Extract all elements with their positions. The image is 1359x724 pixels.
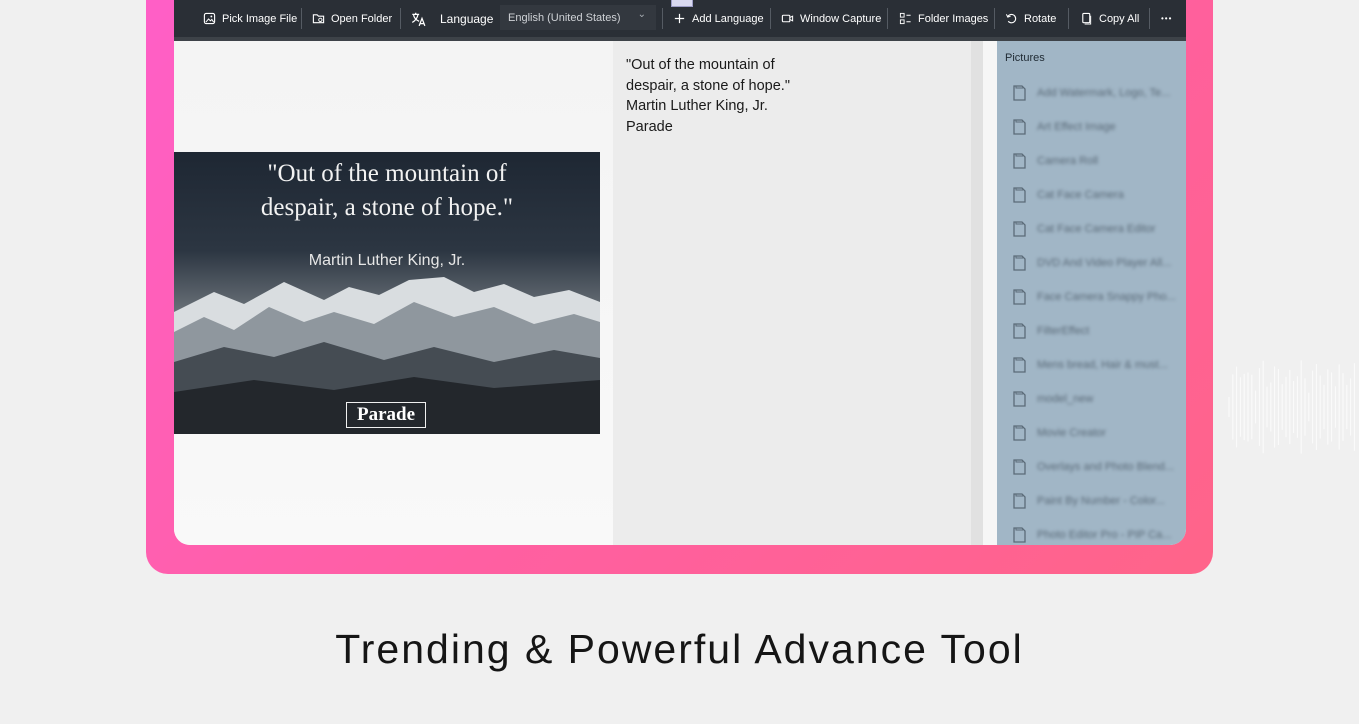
toolbar: Pick Image File Open Folder Language Eng… xyxy=(174,0,1186,41)
copy-all-button[interactable]: Copy All xyxy=(1080,0,1139,37)
folder-icon xyxy=(1013,85,1026,101)
sidebar-item[interactable]: Cat Face Camera Editor xyxy=(1011,219,1181,239)
sidebar-item-label: Face Camera Snappy Pho... xyxy=(1037,291,1176,303)
copy-icon xyxy=(1082,12,1092,25)
rotate-button[interactable]: Rotate xyxy=(1005,0,1056,37)
quote-line-2: despair, a stone of hope." xyxy=(260,194,514,221)
folder-icon xyxy=(1013,323,1026,339)
translate-icon xyxy=(411,12,426,26)
folder-icon xyxy=(1013,459,1026,475)
sidebar-item[interactable]: FilterEffect xyxy=(1011,321,1181,341)
ocr-line: Parade xyxy=(626,118,673,135)
sidebar-item[interactable]: DVD And Video Player All... xyxy=(1011,253,1181,273)
sidebar-item[interactable]: Cat Face Camera xyxy=(1011,185,1181,205)
copy-all-label: Copy All xyxy=(1099,12,1140,25)
ocr-line: "Out of the mountain of xyxy=(626,57,775,73)
more-options-icon[interactable]: ••• xyxy=(1161,0,1172,37)
divider xyxy=(770,8,771,29)
pick-image-label: Pick Image File xyxy=(222,12,298,25)
ocr-text: "Out of the mountain of despair, a stone… xyxy=(613,55,790,137)
chevron-down-icon: ⌄ xyxy=(637,9,646,20)
folder-icon xyxy=(1013,357,1026,373)
image-preview-pane: "Out of the mountain of despair, a stone… xyxy=(174,41,613,545)
sidebar-item-label: Photo Editor Pro - PIP Ca... xyxy=(1037,529,1172,541)
ocr-line: despair, a stone of hope." xyxy=(626,77,790,94)
rotate-label: Rotate xyxy=(1024,12,1057,25)
language-group: Language xyxy=(410,0,493,37)
language-dropdown[interactable]: English (United States) ⌄ xyxy=(500,5,656,30)
sidebar-item[interactable]: Movie Creator xyxy=(1011,423,1181,443)
add-language-label: Add Language xyxy=(692,12,764,25)
plus-icon xyxy=(674,13,685,24)
sidebar-item-label: FilterEffect xyxy=(1037,325,1090,337)
divider xyxy=(887,8,888,29)
sidebar-item-label: model_new xyxy=(1037,393,1094,405)
folder-icon xyxy=(1013,493,1026,509)
ocr-line: Martin Luther King, Jr. xyxy=(626,98,768,114)
window-capture-label: Window Capture xyxy=(800,12,882,25)
folder-icon xyxy=(1013,119,1026,135)
folder-images-label: Folder Images xyxy=(918,12,989,25)
sidebar-item[interactable]: Add Watermark, Logo, Te... xyxy=(1011,83,1181,103)
sidebar-item-label: Cat Face Camera Editor xyxy=(1037,223,1156,235)
sidebar-header: Pictures xyxy=(1005,52,1045,64)
sidebar-item-label: DVD And Video Player All... xyxy=(1037,257,1172,269)
image-icon xyxy=(203,12,216,25)
sidebar-item[interactable]: Paint By Number - Color... xyxy=(1011,491,1181,511)
language-label: Language xyxy=(440,11,494,26)
window-capture-button[interactable]: Window Capture xyxy=(781,0,881,37)
folder-icon xyxy=(1013,153,1026,169)
folder-icon xyxy=(1013,255,1026,271)
decorative-waveform xyxy=(1228,360,1355,454)
video-camera-icon xyxy=(781,14,794,23)
sidebar-item-label: Paint By Number - Color... xyxy=(1037,495,1165,507)
marketing-caption: Trending & Powerful Advance Tool xyxy=(335,626,1024,672)
divider xyxy=(994,8,995,29)
language-value: English (United States) xyxy=(508,11,621,24)
divider xyxy=(662,8,663,29)
sidebar-item[interactable]: Art Effect Image xyxy=(1011,117,1181,137)
sidebar-item-label: Art Effect Image xyxy=(1037,121,1116,133)
divider xyxy=(301,8,302,29)
folder-icon xyxy=(1013,187,1026,203)
sidebar-item[interactable]: Face Camera Snappy Pho... xyxy=(1011,287,1181,307)
sidebar-item-label: Movie Creator xyxy=(1037,427,1107,439)
rotate-icon xyxy=(1005,13,1017,24)
folder-images-icon xyxy=(899,12,911,25)
folder-icon xyxy=(1013,391,1026,407)
sidebar-item-label: Cat Face Camera xyxy=(1037,189,1124,201)
sidebar-item-label: Add Watermark, Logo, Te... xyxy=(1037,87,1171,99)
folder-icon xyxy=(1013,425,1026,441)
add-language-button[interactable]: Add Language xyxy=(673,0,764,37)
parade-logo: Parade xyxy=(346,402,426,428)
sidebar-item[interactable]: model_new xyxy=(1011,389,1181,409)
pick-image-button[interactable]: Pick Image File xyxy=(203,0,297,37)
sidebar-item[interactable]: Overlays and Photo Blend... xyxy=(1011,457,1181,477)
open-folder-button[interactable]: Open Folder xyxy=(312,0,392,37)
ocr-text-pane[interactable]: "Out of the mountain of despair, a stone… xyxy=(613,41,983,545)
folder-icon xyxy=(1013,527,1026,543)
folder-icon xyxy=(312,14,325,24)
quote-author: Martin Luther King, Jr. xyxy=(308,252,466,269)
folder-images-button[interactable]: Folder Images xyxy=(899,0,988,37)
quote-image: "Out of the mountain of despair, a stone… xyxy=(174,152,600,434)
pictures-sidebar: Pictures Add Watermark, Logo, Te... Art E… xyxy=(997,41,1186,545)
app-window: Pick Image File Open Folder Language Eng… xyxy=(174,0,1186,545)
sidebar-item-label: Mens bread, Hair & must... xyxy=(1037,359,1168,371)
divider xyxy=(400,8,401,29)
divider xyxy=(1149,8,1150,29)
sidebar-item[interactable]: Camera Roll xyxy=(1011,151,1181,171)
sidebar-item[interactable]: Mens bread, Hair & must... xyxy=(1011,355,1181,375)
sidebar-item-label: Camera Roll xyxy=(1037,155,1099,167)
open-folder-label: Open Folder xyxy=(331,12,393,25)
sidebar-item-label: Overlays and Photo Blend... xyxy=(1037,461,1174,473)
folder-icon xyxy=(1013,221,1026,237)
folder-icon xyxy=(1013,289,1026,305)
sidebar-item[interactable]: Photo Editor Pro - PIP Ca... xyxy=(1011,525,1181,545)
quote-line-1: "Out of the mountain of xyxy=(267,160,507,187)
divider xyxy=(1068,8,1069,29)
